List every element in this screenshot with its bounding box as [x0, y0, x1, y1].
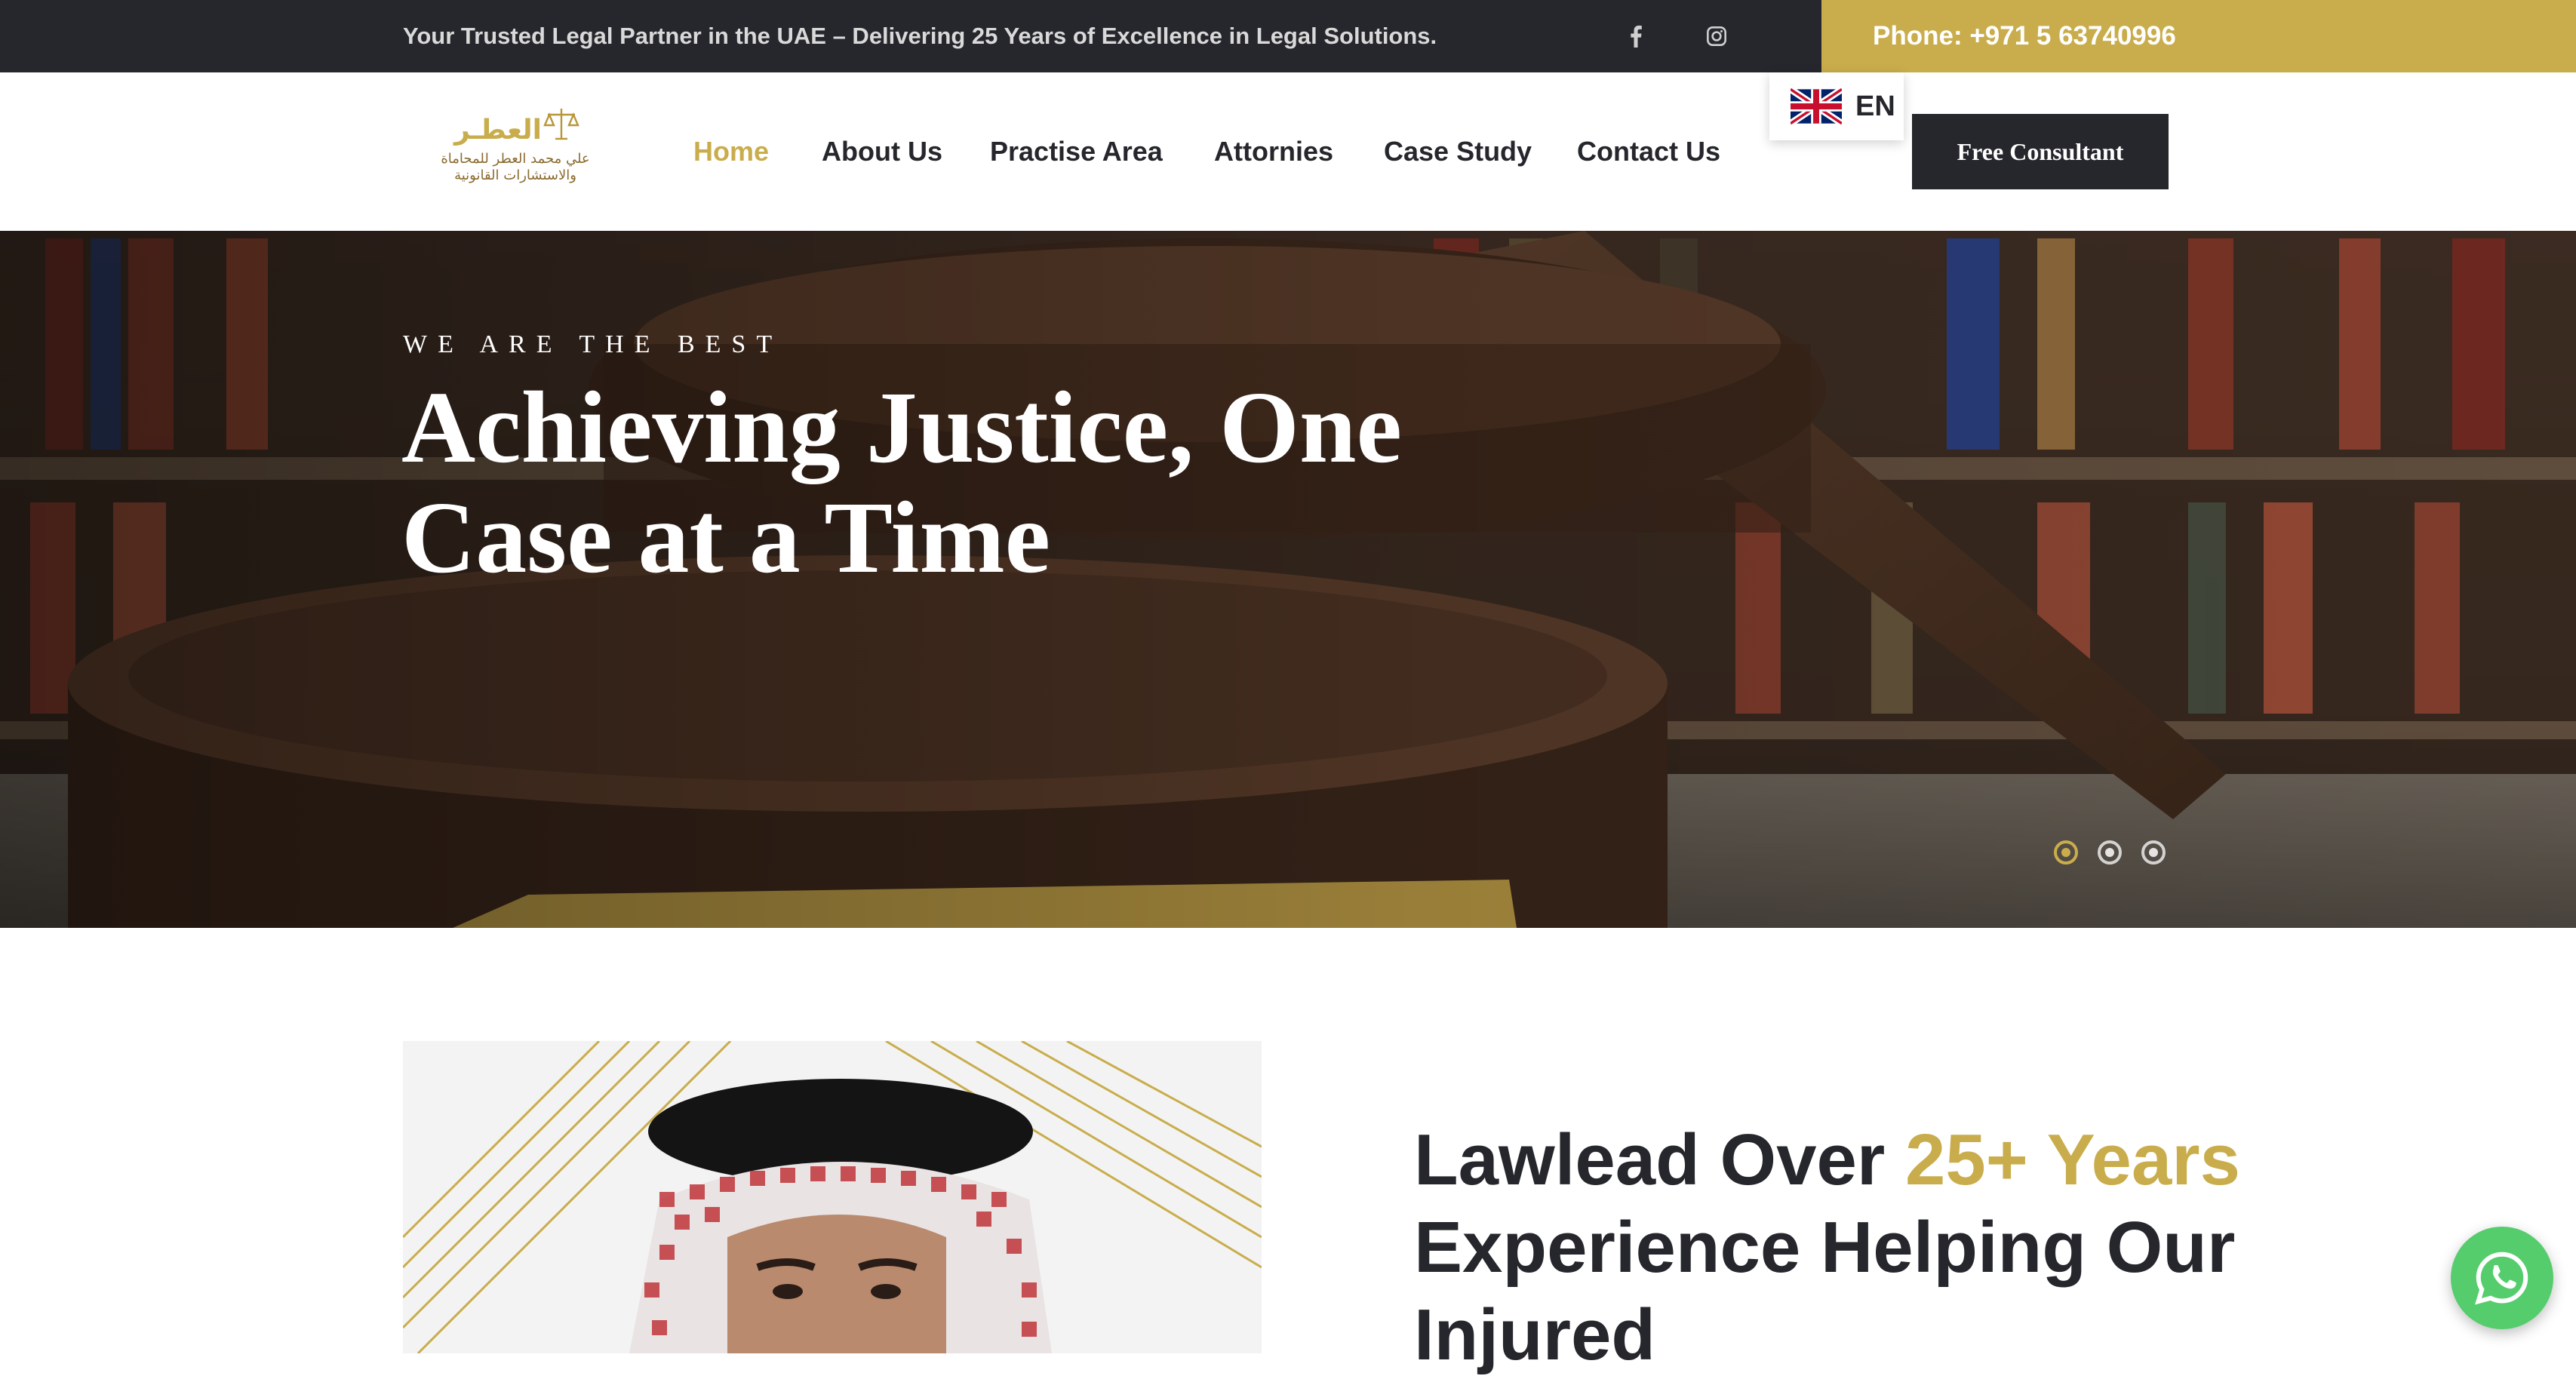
logo-line-2: والاستشارات القانونية — [454, 167, 576, 183]
instagram-icon[interactable] — [1701, 21, 1732, 51]
slider-dot-3[interactable] — [2141, 840, 2166, 865]
nav-about-us[interactable]: About Us — [822, 72, 942, 231]
founder-portrait — [403, 1041, 1262, 1353]
nav-practise-area[interactable]: Practise Area — [990, 72, 1163, 231]
nav-home[interactable]: Home — [693, 72, 769, 231]
about-heading-highlight: 25+ Years — [1904, 1119, 2240, 1200]
phone-number[interactable]: Phone: +971 5 63740996 — [1821, 0, 2576, 72]
about-heading-part-2: Experience Helping Our Injured — [1414, 1207, 2236, 1375]
free-consultant-button[interactable]: Free Consultant — [1912, 114, 2169, 189]
logo-line-1: علي محمد العطر للمحاماة — [441, 151, 589, 167]
site-logo[interactable]: العطـر علي محمد العطر للمحاماة والاستشار… — [429, 106, 602, 190]
top-bar: Your Trusted Legal Partner in the UAE – … — [0, 0, 2576, 72]
hero-slider: WE ARE THE BEST Achieving Justice, One C… — [0, 231, 2576, 928]
logo-mark: العطـر — [453, 115, 542, 146]
hero-kicker: WE ARE THE BEST — [403, 330, 783, 358]
nav-case-study[interactable]: Case Study — [1384, 72, 1532, 231]
whatsapp-icon[interactable] — [2451, 1227, 2553, 1329]
slider-dot-1[interactable] — [2054, 840, 2078, 865]
hero-headline-line-1: Achieving Justice, One — [401, 371, 1402, 484]
slider-dot-2[interactable] — [2098, 840, 2122, 865]
language-switcher[interactable]: EN — [1769, 72, 1904, 140]
site-header: العطـر علي محمد العطر للمحاماة والاستشار… — [0, 72, 2576, 231]
hero-headline: Achieving Justice, One Case at a Time — [401, 373, 1458, 593]
facebook-icon[interactable] — [1621, 21, 1651, 51]
nav-contact-us[interactable]: Contact Us — [1577, 72, 1720, 231]
about-heading: Lawlead Over 25+ Years Experience Helpin… — [1414, 1116, 2244, 1379]
uk-flag-icon — [1791, 88, 1842, 125]
nav-attornies[interactable]: Attornies — [1214, 72, 1333, 231]
top-bar-tagline: Your Trusted Legal Partner in the UAE – … — [403, 23, 1437, 49]
language-code: EN — [1855, 90, 1895, 122]
about-heading-part-1: Lawlead Over — [1414, 1119, 1905, 1200]
hero-headline-line-2: Case at a Time — [401, 481, 1051, 594]
slider-pagination — [2054, 840, 2166, 865]
